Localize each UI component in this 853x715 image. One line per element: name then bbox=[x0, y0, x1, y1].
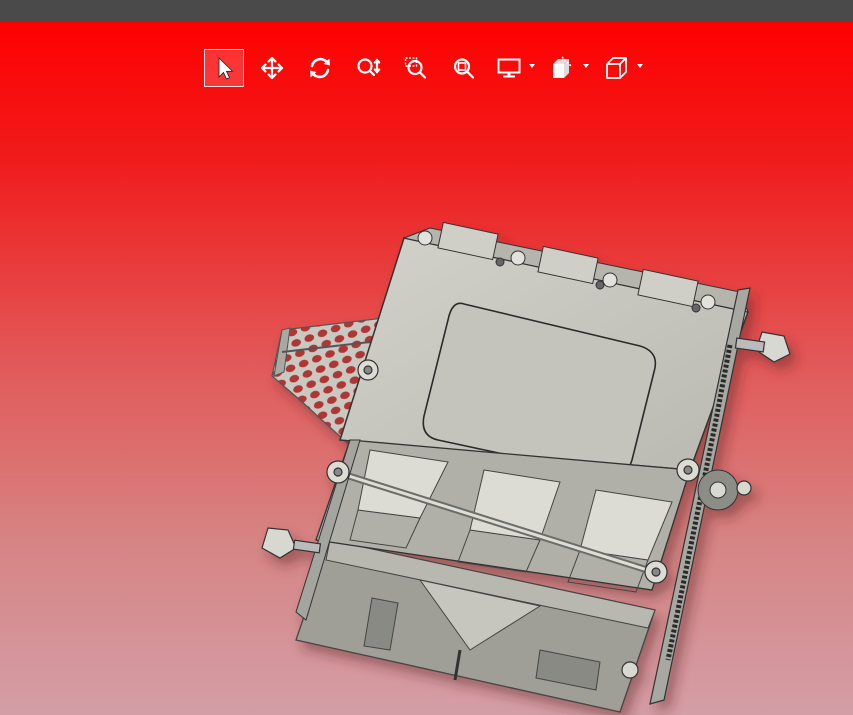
select-button[interactable] bbox=[204, 49, 244, 87]
chevron-down-icon bbox=[529, 64, 535, 68]
zoom-window-icon bbox=[404, 57, 427, 79]
move-arrows-icon bbox=[260, 56, 284, 80]
window-titlebar bbox=[0, 0, 853, 22]
zoom-window-button[interactable] bbox=[396, 49, 436, 87]
rotate-button[interactable] bbox=[300, 49, 340, 87]
chevron-down-icon bbox=[637, 64, 643, 68]
rotate-icon bbox=[310, 57, 330, 79]
zoom-fit-icon bbox=[453, 58, 475, 79]
chevron-down-icon bbox=[583, 64, 589, 68]
zoom-updown-icon bbox=[357, 58, 381, 77]
3d-viewport[interactable] bbox=[0, 22, 853, 715]
pointer-icon bbox=[218, 57, 234, 80]
monitor-icon bbox=[497, 58, 521, 78]
view-cube-dropdown[interactable] bbox=[600, 49, 646, 87]
zoom-button[interactable] bbox=[348, 49, 388, 87]
pan-button[interactable] bbox=[252, 49, 292, 87]
view-toolbar bbox=[204, 49, 654, 87]
cad-model[interactable] bbox=[0, 22, 853, 715]
zoom-fit-button[interactable] bbox=[444, 49, 484, 87]
section-view-icon bbox=[553, 56, 573, 78]
display-mode-dropdown[interactable] bbox=[492, 49, 538, 87]
section-view-dropdown[interactable] bbox=[546, 49, 592, 87]
cube-icon bbox=[606, 57, 627, 79]
